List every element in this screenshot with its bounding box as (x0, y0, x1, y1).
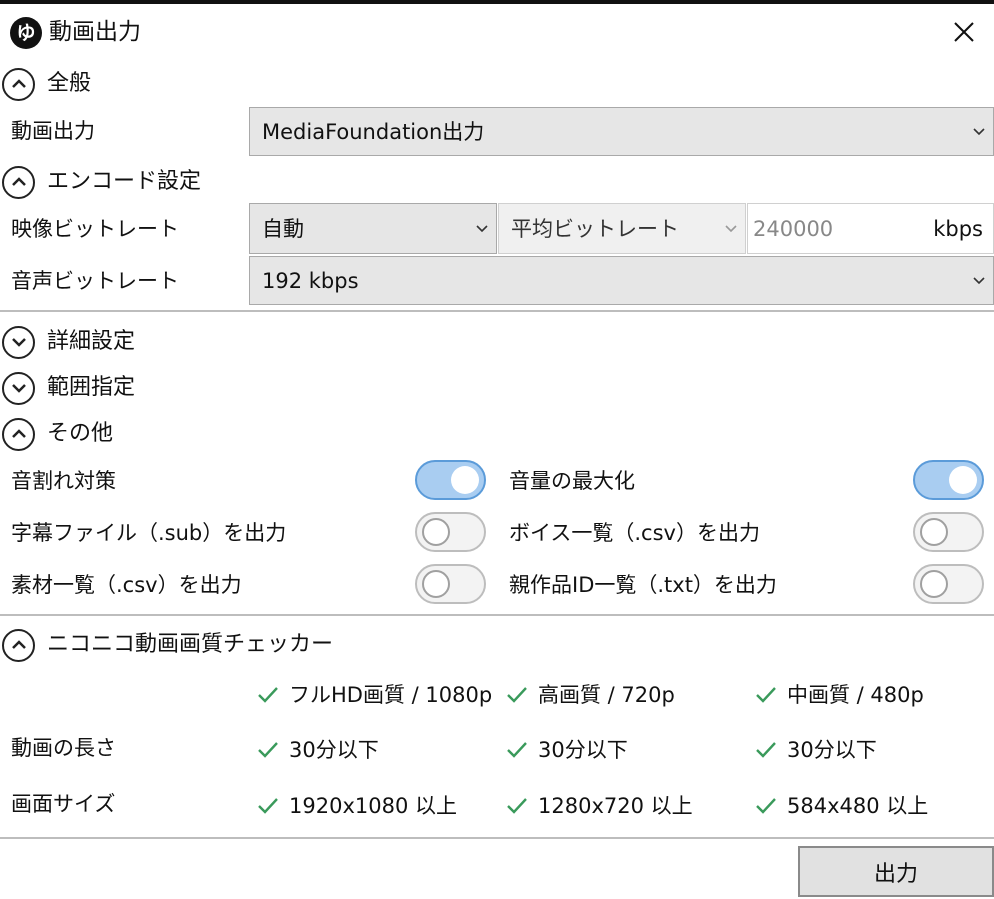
checker-cell: 584x480 以上 (755, 791, 928, 821)
option-label: 素材一覧（.csv）を出力 (11, 573, 242, 597)
check-icon (258, 742, 278, 758)
divider (0, 614, 994, 616)
section-advanced-toggle[interactable]: 詳細設定 (2, 323, 135, 361)
toggle-knob (451, 466, 479, 494)
video-bitrate-unit: kbps (933, 216, 983, 241)
video-bitrate-mode-value: 自動 (262, 216, 304, 241)
check-icon (756, 742, 776, 758)
video-bitrate-label: 映像ビットレート (11, 217, 179, 241)
section-other-toggle[interactable]: その他 (2, 415, 113, 453)
section-encode-title: エンコード設定 (47, 169, 202, 194)
checker-row-label: 動画の長さ (11, 736, 116, 760)
toggle-material-list-output[interactable] (415, 564, 486, 604)
chevron-up-icon (2, 417, 35, 451)
video-bitrate-type-value: 平均ビットレート (511, 216, 679, 241)
checker-row-label: 画面サイズ (11, 792, 116, 816)
app-logo: ゆ (10, 17, 42, 49)
chevron-down-icon (2, 325, 35, 359)
chevron-down-icon (2, 371, 35, 405)
section-checker-title: ニコニコ動画画質チェッカー (47, 632, 334, 657)
video-bitrate-input[interactable]: 240000 kbps (747, 203, 994, 254)
video-output-value: MediaFoundation出力 (262, 119, 485, 144)
option-label: 音量の最大化 (509, 469, 635, 493)
option-label: 字幕ファイル（.sub）を出力 (11, 521, 287, 545)
video-output-label: 動画出力 (11, 119, 95, 143)
check-icon (258, 687, 278, 703)
check-icon (258, 798, 278, 814)
chevron-up-icon (2, 165, 35, 199)
close-icon (954, 22, 974, 42)
checker-cell: 1920x1080 以上 (257, 791, 457, 821)
audio-bitrate-select[interactable]: 192 kbps (249, 256, 994, 305)
audio-bitrate-value: 192 kbps (262, 268, 359, 293)
check-icon (507, 798, 527, 814)
toggle-subtitle-output[interactable] (415, 512, 486, 552)
check-icon (507, 742, 527, 758)
close-button[interactable] (948, 16, 980, 48)
toggle-parent-id-list-output[interactable] (913, 564, 984, 604)
toggle-clipping-prevention[interactable] (415, 460, 486, 500)
output-button[interactable]: 出力 (798, 846, 994, 897)
video-bitrate-mode-select[interactable]: 自動 (249, 203, 497, 254)
toggle-knob (920, 518, 948, 546)
chevron-down-icon (468, 224, 496, 233)
video-bitrate-type-select[interactable]: 平均ビットレート (498, 203, 746, 254)
checker-header-720p: 高画質 / 720p (506, 680, 675, 710)
window-top-border (0, 0, 994, 4)
option-label: 音割れ対策 (11, 469, 116, 493)
checker-cell: 30分以下 (506, 735, 628, 765)
checker-header-480p: 中画質 / 480p (755, 680, 924, 710)
toggle-knob (949, 466, 977, 494)
option-label: 親作品ID一覧（.txt）を出力 (509, 573, 777, 597)
chevron-up-icon (2, 628, 35, 662)
toggle-knob (422, 570, 450, 598)
chevron-down-icon (717, 224, 745, 233)
toggle-voice-list-output[interactable] (913, 512, 984, 552)
divider (0, 837, 994, 839)
section-encode-toggle[interactable]: エンコード設定 (2, 163, 201, 201)
section-advanced-title: 詳細設定 (47, 329, 136, 354)
section-range-title: 範囲指定 (47, 375, 136, 400)
window-title: 動画出力 (49, 19, 141, 45)
checker-cell: 30分以下 (257, 735, 379, 765)
chevron-down-icon (965, 276, 993, 285)
chevron-down-icon (965, 127, 993, 136)
section-range-toggle[interactable]: 範囲指定 (2, 369, 135, 407)
option-label: ボイス一覧（.csv）を出力 (509, 521, 760, 545)
check-icon (756, 798, 776, 814)
toggle-knob (920, 570, 948, 598)
video-bitrate-value: 240000 (753, 216, 834, 241)
divider (0, 310, 994, 312)
check-icon (507, 687, 527, 703)
toggle-volume-maximize[interactable] (913, 460, 984, 500)
checker-cell: 1280x720 以上 (506, 791, 693, 821)
section-checker-toggle[interactable]: ニコニコ動画画質チェッカー (2, 626, 333, 664)
checker-cell: 30分以下 (755, 735, 877, 765)
section-general-toggle[interactable]: 全般 (2, 65, 91, 103)
section-general-title: 全般 (47, 71, 92, 96)
checker-header-1080p: フルHD画質 / 1080p (257, 680, 492, 710)
video-output-select[interactable]: MediaFoundation出力 (249, 107, 994, 156)
audio-bitrate-label: 音声ビットレート (11, 269, 179, 293)
section-other-title: その他 (47, 421, 114, 446)
toggle-knob (422, 518, 450, 546)
check-icon (756, 687, 776, 703)
chevron-up-icon (2, 67, 35, 101)
